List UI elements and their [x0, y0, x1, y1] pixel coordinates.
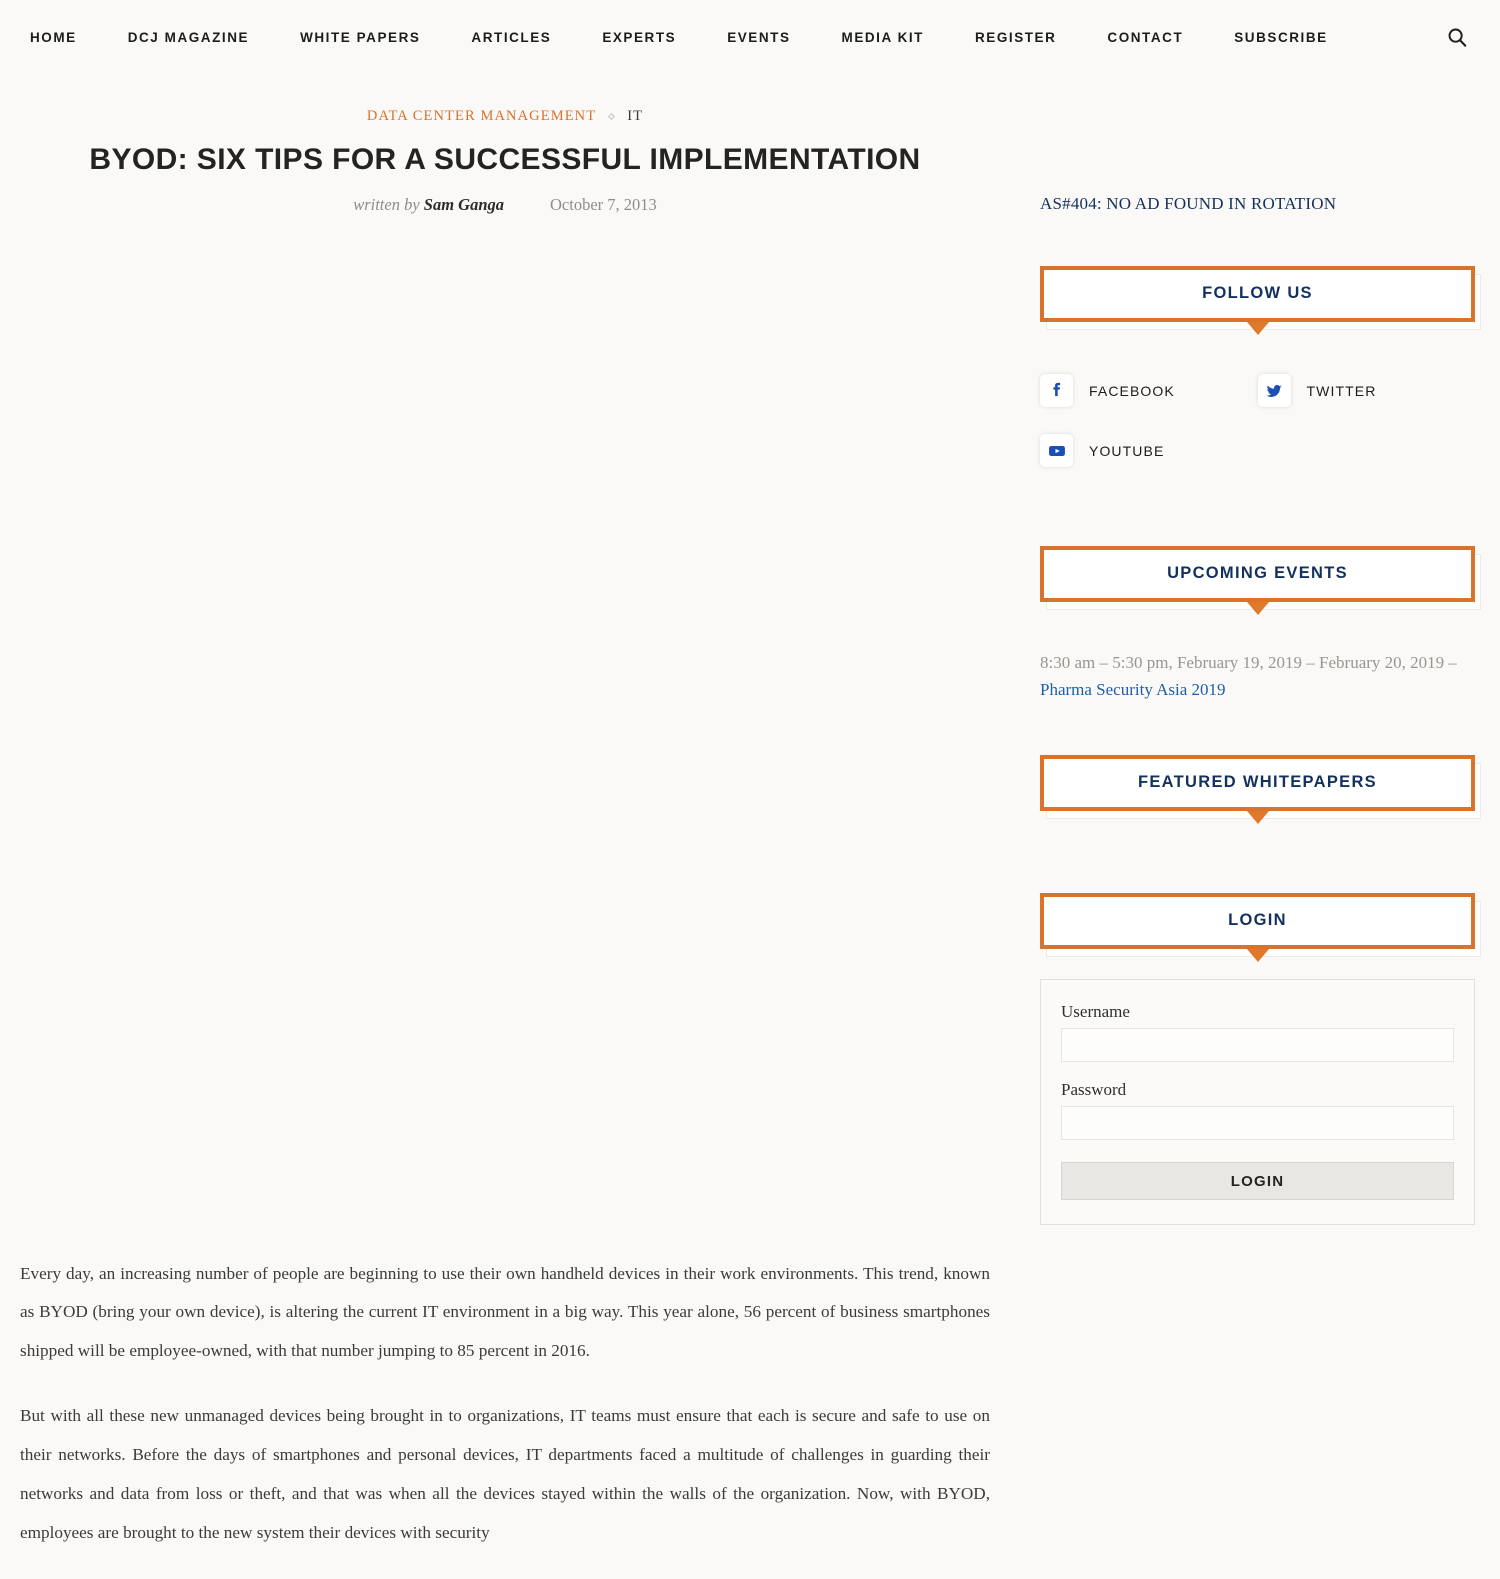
publish-date: October 7, 2013 — [550, 194, 657, 214]
widget-featured-whitepapers: FEATURED WHITEPAPERS — [1040, 755, 1481, 841]
article-body: Every day, an increasing number of peopl… — [18, 1255, 992, 1553]
featured-image-placeholder — [18, 215, 992, 1255]
widget-login: LOGIN Username Password LOGIN — [1040, 893, 1481, 1226]
nav-item-articles[interactable]: ARTICLES — [471, 26, 551, 49]
widget-body-upcoming-events: 8:30 am – 5:30 pm, February 19, 2019 – F… — [1040, 602, 1475, 703]
login-form: Username Password LOGIN — [1040, 979, 1475, 1226]
nav-item-register[interactable]: REGISTER — [975, 26, 1056, 49]
article-byline: written by Sam Ganga October 7, 2013 — [18, 195, 992, 215]
widget-upcoming-events: UPCOMING EVENTS 8:30 am – 5:30 pm, Febru… — [1040, 546, 1481, 703]
widget-follow-us: FOLLOW US FACEBOOK TWITTER YOUTUBE — [1040, 266, 1481, 494]
author-link[interactable]: Sam Ganga — [424, 195, 504, 214]
breadcrumb-separator-icon — [608, 112, 616, 121]
breadcrumb-category-primary[interactable]: DATA CENTER MANAGEMENT — [367, 108, 596, 125]
page-title: BYOD: SIX TIPS FOR A SUCCESSFUL IMPLEMEN… — [89, 143, 921, 176]
social-link-youtube[interactable]: YOUTUBE — [1040, 434, 1258, 467]
nav-item-white-papers[interactable]: WHITE PAPERS — [300, 26, 420, 49]
social-label-facebook: FACEBOOK — [1089, 382, 1175, 399]
widget-title-login: LOGIN — [1040, 893, 1475, 950]
widget-header-upcoming-events: UPCOMING EVENTS — [1040, 546, 1481, 610]
nav-item-home[interactable]: HOME — [30, 26, 77, 49]
password-input[interactable] — [1061, 1106, 1454, 1141]
widget-title-upcoming-events: UPCOMING EVENTS — [1040, 546, 1475, 602]
social-link-facebook[interactable]: FACEBOOK — [1040, 374, 1258, 407]
social-link-twitter[interactable]: TWITTER — [1257, 374, 1476, 407]
widget-header-follow-us: FOLLOW US — [1040, 266, 1481, 330]
breadcrumb-category-secondary[interactable]: IT — [627, 108, 643, 125]
main-navigation: HOME DCJ MAGAZINE WHITE PAPERS ARTICLES … — [0, 0, 1500, 74]
nav-item-subscribe[interactable]: SUBSCRIBE — [1234, 26, 1327, 49]
social-label-twitter: TWITTER — [1306, 382, 1377, 399]
written-by-label: written by — [353, 194, 420, 214]
article-column: DATA CENTER MANAGEMENT IT BYOD: SIX TIPS… — [0, 74, 1010, 1579]
social-label-youtube: YOUTUBE — [1089, 442, 1165, 459]
breadcrumb: DATA CENTER MANAGEMENT IT — [18, 108, 992, 125]
nav-item-events[interactable]: EVENTS — [727, 26, 790, 49]
event-title-link[interactable]: Pharma Security Asia 2019 — [1040, 680, 1226, 699]
nav-item-contact[interactable]: CONTACT — [1107, 26, 1183, 49]
ad-rotation-notice: AS#404: NO AD FOUND IN ROTATION — [1040, 194, 1337, 213]
widget-title-featured-whitepapers: FEATURED WHITEPAPERS — [1040, 755, 1475, 812]
search-button[interactable] — [1440, 20, 1474, 54]
username-label: Username — [1061, 1002, 1130, 1022]
article-paragraph: But with all these new unmanaged devices… — [20, 1406, 990, 1542]
youtube-icon — [1040, 434, 1073, 467]
widget-header-login: LOGIN — [1040, 893, 1481, 958]
social-links-grid: FACEBOOK TWITTER YOUTUBE — [1040, 352, 1475, 494]
nav-item-experts[interactable]: EXPERTS — [602, 26, 676, 49]
twitter-icon — [1257, 374, 1291, 407]
nav-list: HOME DCJ MAGAZINE WHITE PAPERS ARTICLES … — [30, 26, 1418, 49]
nav-item-media-kit[interactable]: MEDIA KIT — [842, 26, 924, 49]
page-layout: DATA CENTER MANAGEMENT IT BYOD: SIX TIPS… — [0, 74, 1500, 1579]
nav-item-dcj-magazine[interactable]: DCJ MAGAZINE — [128, 26, 249, 49]
facebook-icon — [1040, 374, 1073, 407]
username-input[interactable] — [1061, 1028, 1454, 1063]
event-list-item: 8:30 am – 5:30 pm, February 19, 2019 – F… — [1040, 649, 1475, 703]
widget-body-follow-us: FACEBOOK TWITTER YOUTUBE — [1040, 322, 1475, 494]
widget-title-follow-us: FOLLOW US — [1040, 266, 1475, 322]
article-header: DATA CENTER MANAGEMENT IT BYOD: SIX TIPS… — [18, 74, 992, 215]
sidebar: AS#404: NO AD FOUND IN ROTATION FOLLOW U… — [1010, 74, 1500, 1226]
password-label: Password — [1061, 1080, 1127, 1100]
login-submit-button[interactable]: LOGIN — [1061, 1162, 1454, 1201]
event-time-range: 8:30 am – 5:30 pm, February 19, 2019 – F… — [1040, 653, 1457, 672]
widget-header-featured-whitepapers: FEATURED WHITEPAPERS — [1040, 755, 1481, 820]
article-paragraph: Every day, an increasing number of peopl… — [20, 1263, 990, 1361]
byline-group: written by Sam Ganga — [353, 195, 504, 215]
search-icon — [1447, 27, 1467, 47]
